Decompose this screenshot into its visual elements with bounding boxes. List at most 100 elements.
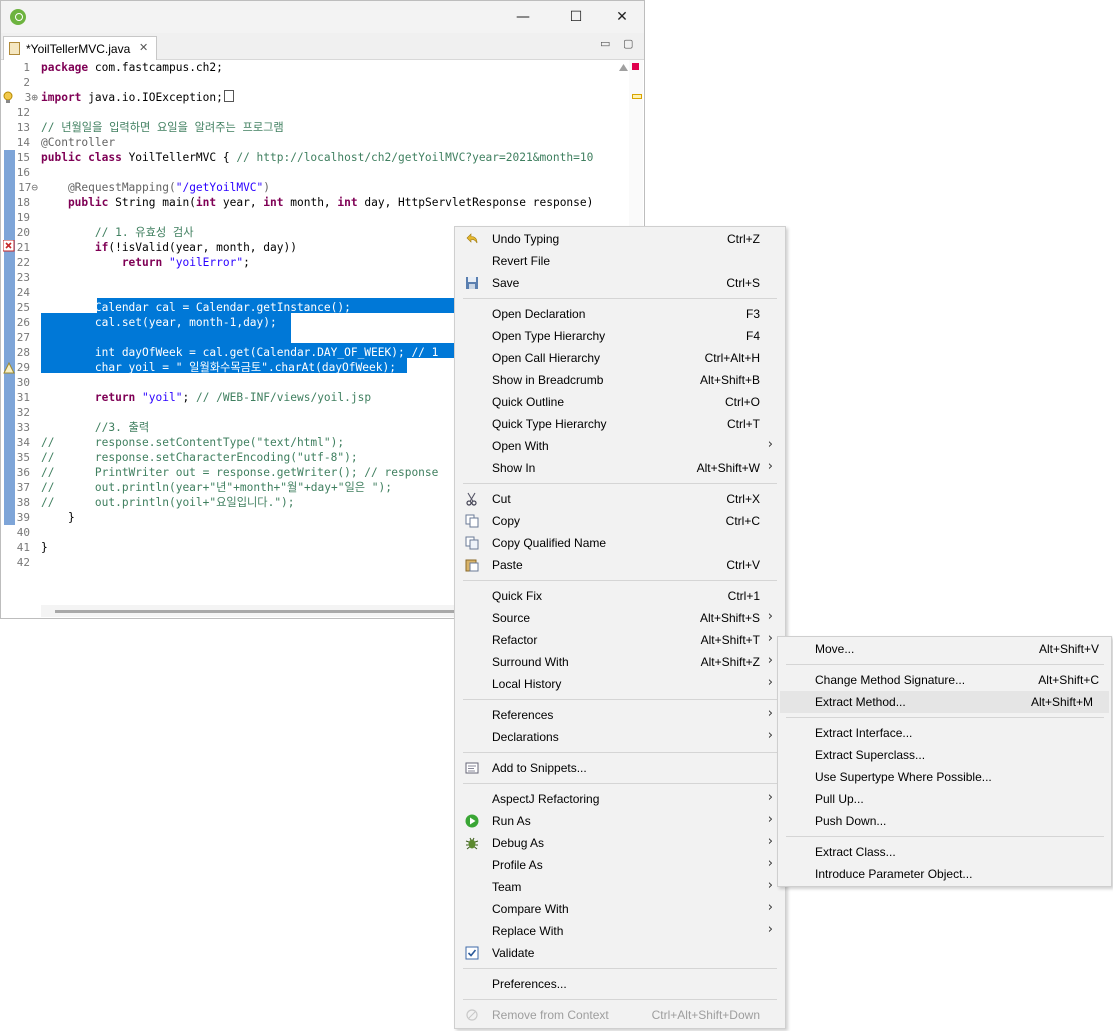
menu-item-declarations[interactable]: Declarations ›: [455, 726, 785, 748]
code-line: }: [41, 511, 75, 524]
submenu-item-push-down[interactable]: Push Down...: [780, 810, 1109, 832]
menu-item-validate[interactable]: Validate: [455, 942, 785, 964]
menu-item-accelerator: Ctrl+Alt+H: [704, 351, 760, 365]
horizontal-scroll-thumb[interactable]: [55, 610, 475, 613]
title-bar: — ☐ ✕: [1, 1, 644, 33]
menu-item-show-in-breadcrumb[interactable]: Show in Breadcrumb Alt+Shift+B: [455, 369, 785, 391]
submenu-item-introduce-parameter-object[interactable]: Introduce Parameter Object...: [780, 863, 1109, 885]
submenu-item-extract-method[interactable]: Extract Method... Alt+Shift+M: [780, 691, 1109, 713]
menu-item-add-to-snippets[interactable]: Add to Snippets...: [455, 757, 785, 779]
code-line: @Controller: [41, 136, 116, 149]
editor-tab-row: *YoilTellerMVC.java ✕ ▭ ▢: [1, 33, 644, 60]
menu-item-open-with[interactable]: Open With ›: [455, 435, 785, 457]
warning-marker-icon[interactable]: [3, 362, 15, 374]
menu-item-quick-outline[interactable]: Quick Outline Ctrl+O: [455, 391, 785, 413]
view-minimize-icon[interactable]: ▭: [600, 37, 610, 50]
menu-item-label: Push Down...: [815, 814, 887, 828]
menu-item-label: Paste: [492, 558, 523, 572]
menu-item-accelerator: Ctrl+X: [726, 492, 760, 506]
code-line: @RequestMapping("/getYoilMVC"): [41, 181, 271, 194]
warning-overview-mark[interactable]: [632, 94, 642, 99]
menu-item-show-in[interactable]: Show In Alt+Shift+W ›: [455, 457, 785, 479]
error-marker-icon[interactable]: [3, 240, 15, 252]
annotation-ruler[interactable]: [2, 60, 15, 605]
line-number: 38: [16, 496, 30, 509]
line-number: 27: [16, 331, 30, 344]
java-file-icon: [9, 42, 20, 55]
line-number-ruler: 1 2 3⊕ 12 13 14 15 16 17⊖ 18 19 20 21 22…: [15, 60, 40, 605]
code-line: // 1. 유효성 검사: [41, 226, 194, 239]
menu-item-quick-type-hierarchy[interactable]: Quick Type Hierarchy Ctrl+T: [455, 413, 785, 435]
menu-item-team[interactable]: Team ›: [455, 876, 785, 898]
line-number: 15: [16, 151, 30, 164]
editor-tab-yoiltellermvc[interactable]: *YoilTellerMVC.java ✕: [3, 36, 157, 60]
menu-item-open-call-hierarchy[interactable]: Open Call Hierarchy Ctrl+Alt+H: [455, 347, 785, 369]
menu-item-paste[interactable]: Paste Ctrl+V: [455, 554, 785, 576]
quick-diff-change-bar: [4, 150, 15, 525]
submenu-arrow-icon: ›: [767, 834, 773, 849]
menu-item-preferences[interactable]: Preferences...: [455, 973, 785, 995]
submenu-item-extract-superclass[interactable]: Extract Superclass...: [780, 744, 1109, 766]
menu-item-accelerator: Alt+Shift+B: [699, 373, 760, 387]
menu-item-replace-with[interactable]: Replace With ›: [455, 920, 785, 942]
menu-item-debug-as[interactable]: Debug As ›: [455, 832, 785, 854]
menu-item-open-type-hierarchy[interactable]: Open Type Hierarchy F4: [455, 325, 785, 347]
menu-item-revert-file[interactable]: Revert File: [455, 250, 785, 272]
menu-item-references[interactable]: References ›: [455, 704, 785, 726]
submenu-item-change-method-signature[interactable]: Change Method Signature... Alt+Shift+C: [780, 669, 1109, 691]
submenu-arrow-icon: ›: [767, 728, 773, 743]
line-number: 20: [16, 226, 30, 239]
menu-item-accelerator: Ctrl+S: [726, 276, 760, 290]
code-line: public class YoilTellerMVC { // http://l…: [41, 151, 594, 164]
submenu-item-extract-interface[interactable]: Extract Interface...: [780, 722, 1109, 744]
menu-item-copy[interactable]: Copy Ctrl+C: [455, 510, 785, 532]
menu-separator: [463, 580, 777, 581]
submenu-item-extract-class[interactable]: Extract Class...: [780, 841, 1109, 863]
menu-item-save[interactable]: Save Ctrl+S: [455, 272, 785, 294]
menu-item-compare-with[interactable]: Compare With ›: [455, 898, 785, 920]
menu-item-label: Open Type Hierarchy: [492, 329, 606, 343]
submenu-item-pull-up[interactable]: Pull Up...: [780, 788, 1109, 810]
remove-context-icon: [466, 1009, 478, 1021]
line-number: 12: [16, 106, 30, 119]
menu-item-label: AspectJ Refactoring: [492, 792, 600, 806]
menu-item-label: Pull Up...: [815, 792, 864, 806]
maximize-button[interactable]: ☐: [553, 5, 599, 29]
tab-close-icon[interactable]: ✕: [139, 41, 148, 54]
menu-item-run-as[interactable]: Run As ›: [455, 810, 785, 832]
menu-item-copy-qualified-name[interactable]: Copy Qualified Name: [455, 532, 785, 554]
menu-item-accelerator: Ctrl+C: [725, 514, 760, 528]
menu-item-undo-typing[interactable]: Undo Typing Ctrl+Z: [455, 228, 785, 250]
menu-item-refactor[interactable]: Refactor Alt+Shift+T ›: [455, 629, 785, 651]
menu-item-cut[interactable]: Cut Ctrl+X: [455, 488, 785, 510]
warning-lightbulb-icon[interactable]: [2, 90, 15, 104]
menu-item-quick-fix[interactable]: Quick Fix Ctrl+1: [455, 585, 785, 607]
folded-imports-box[interactable]: [223, 90, 234, 102]
scroll-up-arrow-icon[interactable]: [619, 64, 628, 71]
line-number: 41: [16, 541, 30, 554]
menu-item-label: Quick Outline: [492, 395, 565, 409]
line-number: 23: [16, 271, 30, 284]
minimize-button[interactable]: —: [500, 5, 546, 29]
submenu-item-move[interactable]: Move... Alt+Shift+V: [780, 638, 1109, 660]
error-overview-mark[interactable]: [632, 63, 639, 70]
close-button[interactable]: ✕: [599, 5, 645, 29]
line-number: 34: [16, 436, 30, 449]
line-number-fold-expand[interactable]: 3⊕: [25, 91, 38, 104]
menu-item-accelerator: Ctrl+V: [726, 558, 760, 572]
view-maximize-icon[interactable]: ▢: [623, 37, 633, 50]
menu-item-local-history[interactable]: Local History ›: [455, 673, 785, 695]
refactor-submenu: Move... Alt+Shift+V Change Method Signat…: [777, 636, 1112, 887]
line-number-fold-collapse[interactable]: 17⊖: [18, 181, 38, 194]
menu-item-source[interactable]: Source Alt+Shift+S ›: [455, 607, 785, 629]
menu-item-profile-as[interactable]: Profile As ›: [455, 854, 785, 876]
menu-item-open-declaration[interactable]: Open Declaration F3: [455, 303, 785, 325]
menu-item-aspectj-refactoring[interactable]: AspectJ Refactoring ›: [455, 788, 785, 810]
menu-item-label: Copy Qualified Name: [492, 536, 607, 550]
menu-item-label: Cut: [492, 492, 511, 506]
code-line-selected: Calendar cal = Calendar.getInstance();: [41, 301, 351, 314]
menu-item-label: Change Method Signature...: [815, 673, 966, 687]
submenu-item-use-supertype[interactable]: Use Supertype Where Possible...: [780, 766, 1109, 788]
menu-item-label: Validate: [492, 946, 535, 960]
menu-item-surround-with[interactable]: Surround With Alt+Shift+Z ›: [455, 651, 785, 673]
